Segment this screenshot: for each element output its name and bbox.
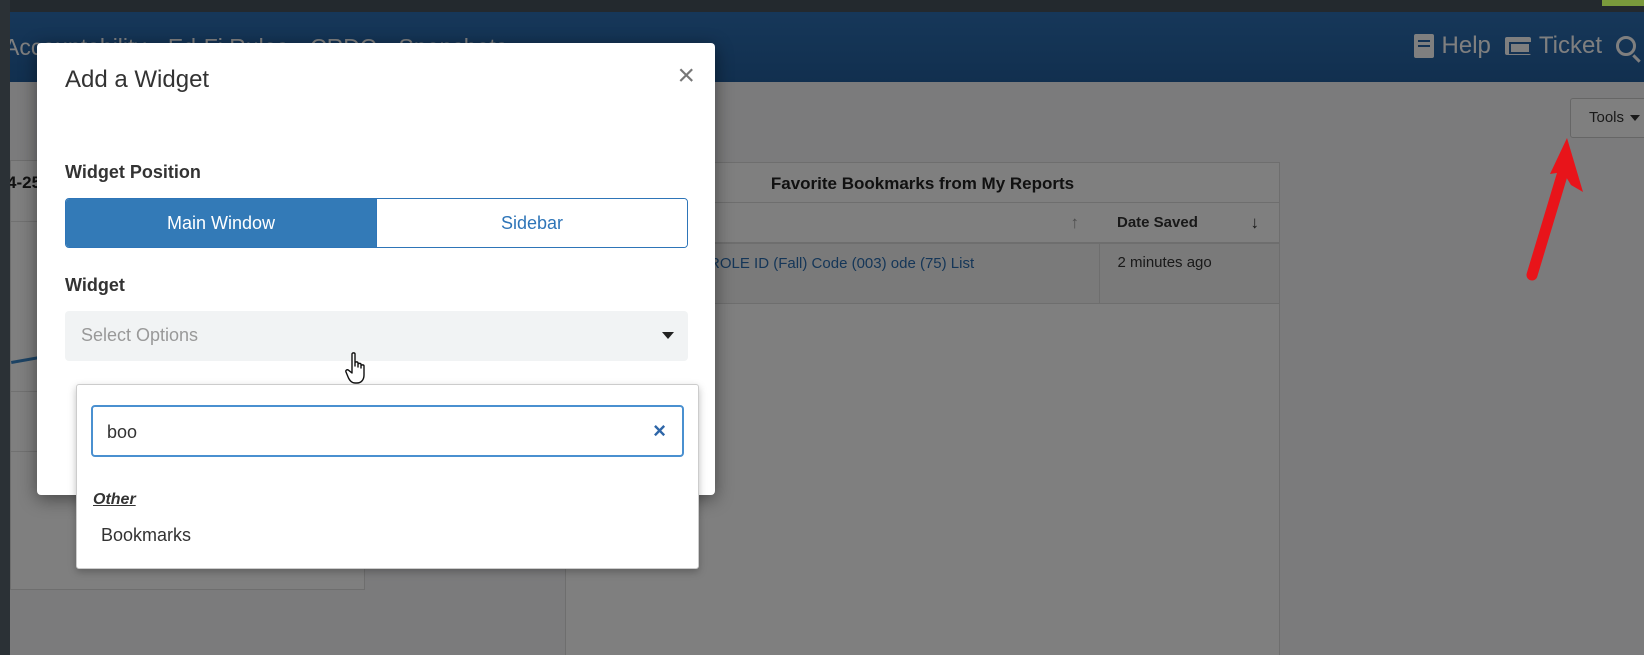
- modal-title: Add a Widget: [65, 66, 210, 93]
- widget-select[interactable]: Select Options: [65, 311, 688, 361]
- caret-down-icon: [662, 332, 674, 339]
- main-window-button[interactable]: Main Window: [66, 199, 376, 247]
- option-bookmarks[interactable]: Bookmarks: [101, 525, 191, 546]
- hand-cursor-icon: [345, 352, 365, 384]
- screen-frame-accent: [1602, 0, 1644, 6]
- clear-icon[interactable]: ×: [653, 418, 666, 444]
- options-search-box: ×: [91, 405, 684, 457]
- option-group-label: Other: [93, 491, 136, 508]
- widget-position-toggle: Main Window Sidebar: [65, 198, 688, 248]
- options-search-input[interactable]: [107, 419, 627, 445]
- close-icon[interactable]: ×: [677, 61, 695, 91]
- app-window: Accountability Ed-Fi Rules CRDC Snapshot…: [10, 12, 1644, 655]
- select-placeholder: Select Options: [81, 325, 199, 345]
- widget-position-label: Widget Position: [65, 162, 201, 182]
- sidebar-button[interactable]: Sidebar: [376, 199, 687, 247]
- screen-frame-top: [0, 0, 1644, 12]
- widget-label: Widget: [65, 275, 125, 295]
- screen-frame-left: [0, 0, 10, 655]
- annotation-arrow: [1526, 138, 1583, 281]
- widget-options-dropdown: × Other Bookmarks: [76, 384, 699, 569]
